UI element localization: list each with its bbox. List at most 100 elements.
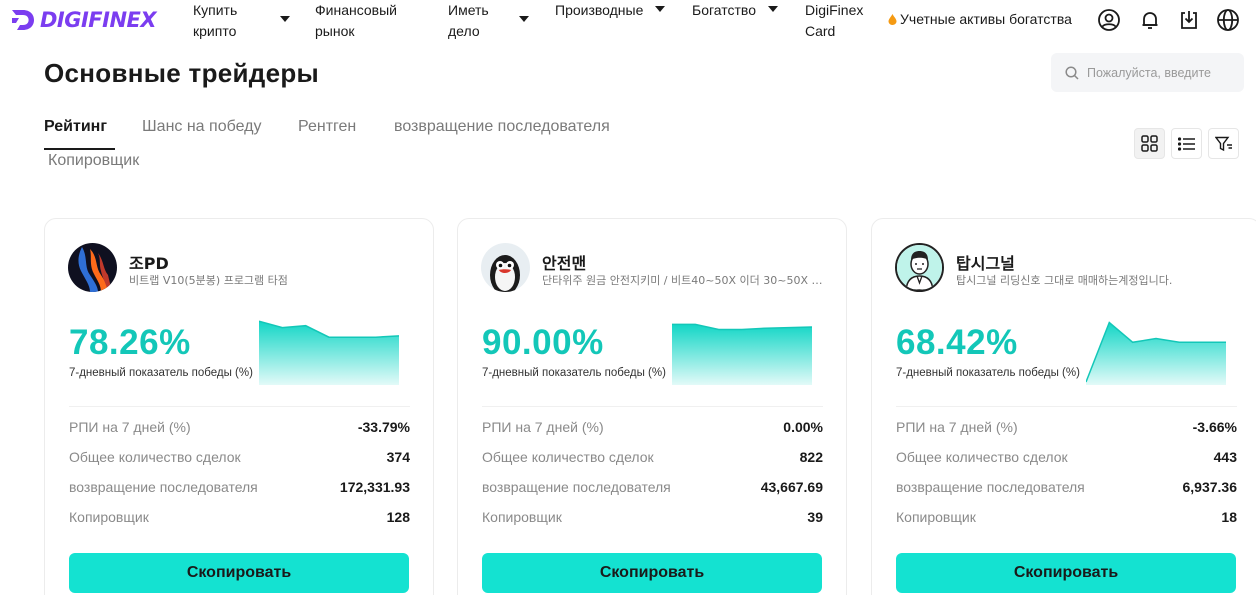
stat-row-roi: РПИ на 7 дней (%) -3.66% — [896, 419, 1237, 439]
nav-label: крипто — [193, 23, 237, 39]
logo-mark-icon — [12, 10, 34, 30]
bell-notification-icon[interactable] — [1138, 8, 1162, 32]
nav-buy-crypto[interactable]: Купить крипто — [193, 0, 237, 42]
wealth-assets-link[interactable]: Учетные активы богатства — [888, 11, 1072, 27]
trader-name[interactable]: 안전맨 — [542, 250, 586, 274]
sparkline-area — [1086, 322, 1226, 385]
trader-name[interactable]: 탑시그널 — [956, 250, 1015, 274]
stat-row-trades: Общее количество сделок 822 — [482, 449, 823, 469]
stat-row-follower-return: возвращение последователя 6,937.36 — [896, 479, 1237, 499]
stat-label: Копировщик — [896, 509, 976, 525]
stat-label: Копировщик — [482, 509, 562, 525]
stat-value: 128 — [386, 509, 410, 525]
stat-label: возвращение последователя — [482, 479, 671, 495]
copy-trader-button[interactable]: Скопировать — [69, 553, 409, 593]
nav-label: Богатство — [692, 2, 756, 18]
copy-trader-button[interactable]: Скопировать — [896, 553, 1236, 593]
nav-trade[interactable]: Иметь дело — [448, 0, 489, 42]
nav-derivatives[interactable]: Производные — [555, 0, 643, 21]
win-rate-sparkline — [672, 323, 812, 385]
stat-label: РПИ на 7 дней (%) — [896, 419, 1018, 435]
stat-label: РПИ на 7 дней (%) — [69, 419, 191, 435]
grid-view-button[interactable] — [1134, 128, 1165, 159]
caret-down-icon — [768, 6, 778, 12]
trader-avatar — [481, 243, 530, 292]
nav-label: Иметь — [448, 2, 489, 18]
stat-value: -33.79% — [357, 419, 410, 435]
stat-label: Общее количество сделок — [896, 449, 1068, 465]
caret-down-icon — [655, 6, 665, 12]
trader-avatar — [895, 243, 944, 292]
copy-trader-button[interactable]: Скопировать — [482, 553, 822, 593]
stat-row-copiers: Копировщик 39 — [482, 509, 823, 529]
trader-description: 단타위주 원금 안전지키미 / 비트40~50X 이더 30~50X 알트 20… — [542, 274, 827, 287]
stat-value: -3.66% — [1192, 419, 1237, 435]
sparkline-area — [672, 324, 812, 385]
stat-row-roi: РПИ на 7 дней (%) -33.79% — [69, 419, 410, 439]
stat-label: Общее количество сделок — [482, 449, 654, 465]
stat-value: 18 — [1221, 509, 1237, 525]
flame-icon — [888, 13, 897, 25]
list-view-button[interactable] — [1171, 128, 1202, 159]
win-rate-label: 7-дневный показатель победы (%) — [69, 367, 253, 379]
grid-icon — [1141, 135, 1158, 152]
filter-button[interactable] — [1208, 128, 1239, 159]
active-tab-indicator — [44, 148, 115, 150]
stat-row-trades: Общее количество сделок 374 — [69, 449, 410, 469]
divider — [482, 406, 823, 407]
stat-value: 172,331.93 — [339, 479, 410, 495]
stat-label: Копировщик — [69, 509, 149, 525]
trader-description: 탑시그널 리딩신호 그대로 매매하는계정입니다. — [956, 274, 1173, 287]
divider — [896, 406, 1237, 407]
trader-name[interactable]: 조PD — [129, 250, 169, 274]
nav-label: Card — [805, 23, 836, 39]
nav-digifinex-card[interactable]: DigiFinex Card — [805, 0, 863, 42]
stat-value: 443 — [1213, 449, 1237, 465]
user-account-icon[interactable] — [1097, 8, 1121, 32]
win-rate-value: 90.00% — [482, 323, 604, 362]
search-icon — [1065, 65, 1079, 80]
page-title: Основные трейдеры — [44, 58, 320, 88]
list-icon — [1177, 136, 1195, 151]
trader-avatar — [68, 243, 117, 292]
stat-row-copiers: Копировщик 128 — [69, 509, 410, 529]
logo-text: DIGIFINEX — [40, 8, 157, 32]
nav-label: Финансовый — [315, 2, 397, 18]
globe-language-icon[interactable] — [1216, 8, 1240, 32]
download-icon[interactable] — [1177, 8, 1201, 32]
stat-label: возвращение последователя — [69, 479, 258, 495]
win-rate-value: 68.42% — [896, 323, 1018, 362]
win-rate-label: 7-дневный показатель победы (%) — [896, 367, 1080, 379]
nav-label: Производные — [555, 2, 644, 18]
search-input[interactable] — [1087, 65, 1237, 80]
nav-label: рынок — [315, 23, 355, 39]
stat-value: 822 — [799, 449, 823, 465]
win-rate-sparkline — [259, 320, 399, 385]
stat-value: 0.00% — [783, 419, 823, 435]
win-rate-value: 78.26% — [69, 323, 191, 362]
trader-card[interactable]: 안전맨 단타위주 원금 안전지키미 / 비트40~50X 이더 30~50X 알… — [457, 218, 847, 595]
trader-card[interactable]: 탑시그널 탑시그널 리딩신호 그대로 매매하는계정입니다. 68.42% 7-д… — [871, 218, 1256, 595]
nav-wealth[interactable]: Богатство — [692, 0, 756, 21]
tab-rating[interactable]: Рейтинг — [44, 118, 107, 136]
search-box[interactable] — [1051, 53, 1244, 92]
trader-card[interactable]: 조PD 비트랩 V10(5분봉) 프로그램 타점 78.26% 7-дневны… — [44, 218, 434, 595]
caret-down-icon — [280, 16, 290, 22]
sparkline-area — [259, 321, 399, 385]
divider — [69, 406, 410, 407]
trader-description: 비트랩 V10(5분봉) 프로그램 타점 — [129, 274, 288, 287]
win-rate-label: 7-дневный показатель победы (%) — [482, 367, 666, 379]
nav-label: дело — [448, 23, 480, 39]
tab-copiers[interactable]: Копировщик — [48, 152, 139, 170]
caret-down-icon — [519, 16, 529, 22]
digifinex-logo[interactable]: DIGIFINEX — [10, 7, 157, 33]
stat-value: 39 — [807, 509, 823, 525]
win-rate-sparkline — [1086, 321, 1226, 385]
filter-icon — [1214, 136, 1232, 151]
tab-win-chance[interactable]: Шанс на победу — [142, 118, 261, 136]
tab-xray[interactable]: Рентген — [298, 118, 356, 136]
tab-follower-return[interactable]: возвращение последователя — [394, 118, 610, 136]
stat-label: РПИ на 7 дней (%) — [482, 419, 604, 435]
stat-row-roi: РПИ на 7 дней (%) 0.00% — [482, 419, 823, 439]
nav-financial-market[interactable]: Финансовый рынок — [315, 0, 397, 42]
